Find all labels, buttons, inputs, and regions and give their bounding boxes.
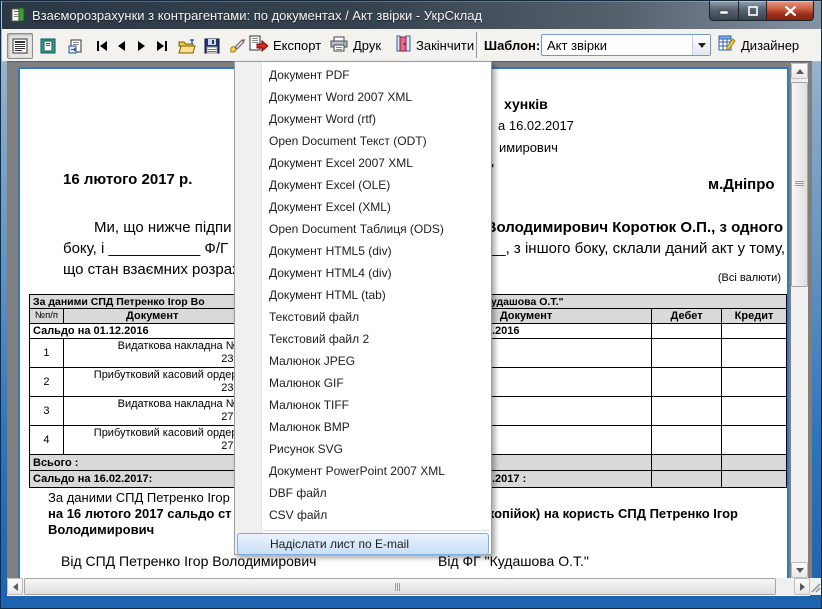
template-combobox[interactable]: Акт звірки (541, 34, 711, 56)
template-combobox-value: Акт звірки (542, 38, 692, 53)
resize-grip[interactable] (810, 578, 822, 595)
scroll-up-button[interactable] (791, 63, 808, 79)
doc-paragraph-line: о Володимирович Коротюк О.П., з одного (472, 219, 783, 236)
export-menu-item[interactable]: Текстовий файл (235, 306, 491, 328)
app-icon (10, 7, 26, 23)
doc-paragraph-line: що стан взаємних розрах (63, 261, 240, 278)
export-menu-item[interactable]: Малюнок JPEG (235, 350, 491, 372)
open-report-button[interactable] (174, 33, 200, 59)
template-label: Шаблон: (484, 38, 540, 53)
designer-button[interactable]: Дизайнер (718, 33, 799, 57)
closing-balance-left: Сальдо на 16.02.2017: (30, 471, 242, 488)
doc-summary-line: копійок) на користь СПД Петренко Ігор (488, 506, 738, 521)
edit-page-button[interactable] (224, 33, 250, 59)
previous-page-button[interactable] (111, 33, 132, 59)
signature-right: Від ФГ "Кудашова О.Т." (438, 553, 589, 569)
export-menu-item[interactable]: Малюнок BMP (235, 416, 491, 438)
signature-left: Від СПД Петренко Ігор Володимирович (61, 553, 316, 569)
next-page-button[interactable] (131, 33, 152, 59)
export-menu-item[interactable]: Open Document Таблиця (ODS) (235, 218, 491, 240)
column-header: Дебет (652, 309, 722, 324)
designer-icon (718, 35, 736, 55)
export-menu-item[interactable]: Текстовий файл 2 (235, 328, 491, 350)
opening-balance-left: Сальдо на 01.12.2016 (30, 324, 242, 339)
page-setup-button[interactable] (63, 33, 89, 59)
doc-paragraph-line: боку, і ___________ Ф/Г (63, 240, 228, 257)
vertical-scroll-thumb[interactable] (791, 82, 808, 287)
whole-page-view-button[interactable] (7, 33, 33, 59)
doc-paragraph-line: Ми, що нижче підпи (94, 219, 231, 236)
doc-date: 16 лютого 2017 р. (63, 171, 192, 188)
export-menu-item[interactable]: Документ PDF (235, 64, 491, 86)
export-menu-item-email[interactable]: Надіслати лист по E-mail (237, 533, 489, 555)
doc-heading-fragment: а 16.02.2017 (498, 118, 574, 133)
minimize-button[interactable] (709, 1, 739, 21)
export-menu-item[interactable]: Рисунок SVG (235, 438, 491, 460)
export-icon (249, 35, 268, 55)
scroll-left-button[interactable] (7, 578, 23, 595)
doc-heading-fragment: имирович (499, 140, 558, 155)
chevron-down-icon[interactable] (692, 35, 710, 55)
save-report-button[interactable] (199, 33, 225, 59)
doc-city: м.Дніпро (708, 176, 775, 193)
last-page-button[interactable] (151, 33, 172, 59)
print-button[interactable]: Друк (330, 33, 381, 57)
total-row-label: Всього : (30, 455, 242, 471)
scroll-down-button[interactable] (791, 562, 808, 578)
horizontal-scroll-thumb[interactable] (24, 578, 776, 595)
column-header: Кредит (722, 309, 787, 324)
doc-currency-note: (Всі валюти) (718, 272, 781, 284)
finish-button[interactable]: Закінчити (396, 33, 474, 57)
export-menu-item[interactable]: Документ Excel (OLE) (235, 174, 491, 196)
export-menu-items: Документ PDFДокумент Word 2007 XMLДокуме… (235, 64, 491, 526)
export-menu-item[interactable]: Документ HTML (tab) (235, 284, 491, 306)
doc-summary-line: на 16 лютого 2017 сальдо ст (48, 506, 232, 521)
export-menu-item[interactable]: CSV файл (235, 504, 491, 526)
doc-heading-fragment: хунків (504, 96, 548, 112)
export-menu-item[interactable]: Документ HTML4 (div) (235, 262, 491, 284)
doc-summary-line: Володимирович (48, 522, 154, 537)
vertical-scrollbar[interactable] (791, 63, 808, 578)
export-menu-item[interactable]: Малюнок GIF (235, 372, 491, 394)
scroll-right-button[interactable] (794, 578, 810, 595)
maximize-button[interactable] (739, 1, 767, 21)
export-menu-item[interactable]: Документ Word (rtf) (235, 108, 491, 130)
titlebar[interactable]: Взаєморозрахунки з контрагентами: по док… (2, 1, 822, 29)
first-page-button[interactable] (91, 33, 112, 59)
app-window: Взаєморозрахунки з контрагентами: по док… (0, 0, 822, 609)
doc-summary-line: За даними СПД Петренко Ігор (48, 490, 230, 505)
column-header: Документ (63, 309, 241, 324)
toolbar-separator (476, 32, 480, 58)
doc-paragraph-line: __, з іншого боку, склали даний акт у то… (489, 240, 785, 257)
export-menu-item[interactable]: Документ Word 2007 XML (235, 86, 491, 108)
horizontal-scrollbar[interactable] (7, 578, 810, 596)
export-button[interactable]: Експорт (249, 33, 321, 57)
toolbar: Експорт Друк Закінчити Шаблон: Акт звірк… (2, 29, 822, 62)
export-menu-item[interactable]: Документ Excel (XML) (235, 196, 491, 218)
export-menu: Документ PDFДокумент Word 2007 XMLДокуме… (234, 61, 492, 555)
window-controls (709, 1, 814, 21)
export-menu-item[interactable]: DBF файл (235, 482, 491, 504)
export-menu-item[interactable]: Open Document Текст (ODT) (235, 130, 491, 152)
page-width-view-button[interactable] (35, 33, 61, 59)
export-menu-item[interactable]: Документ Excel 2007 XML (235, 152, 491, 174)
close-button[interactable] (767, 1, 814, 21)
export-menu-item[interactable]: Малюнок TIFF (235, 394, 491, 416)
window-title: Взаєморозрахунки з контрагентами: по док… (32, 8, 482, 23)
export-menu-item[interactable]: Документ HTML5 (div) (235, 240, 491, 262)
menu-separator (263, 530, 490, 531)
print-icon (330, 36, 348, 55)
column-header: №п/п (30, 309, 64, 324)
exit-door-icon (396, 35, 411, 55)
export-menu-item[interactable]: Документ PowerPoint 2007 XML (235, 460, 491, 482)
